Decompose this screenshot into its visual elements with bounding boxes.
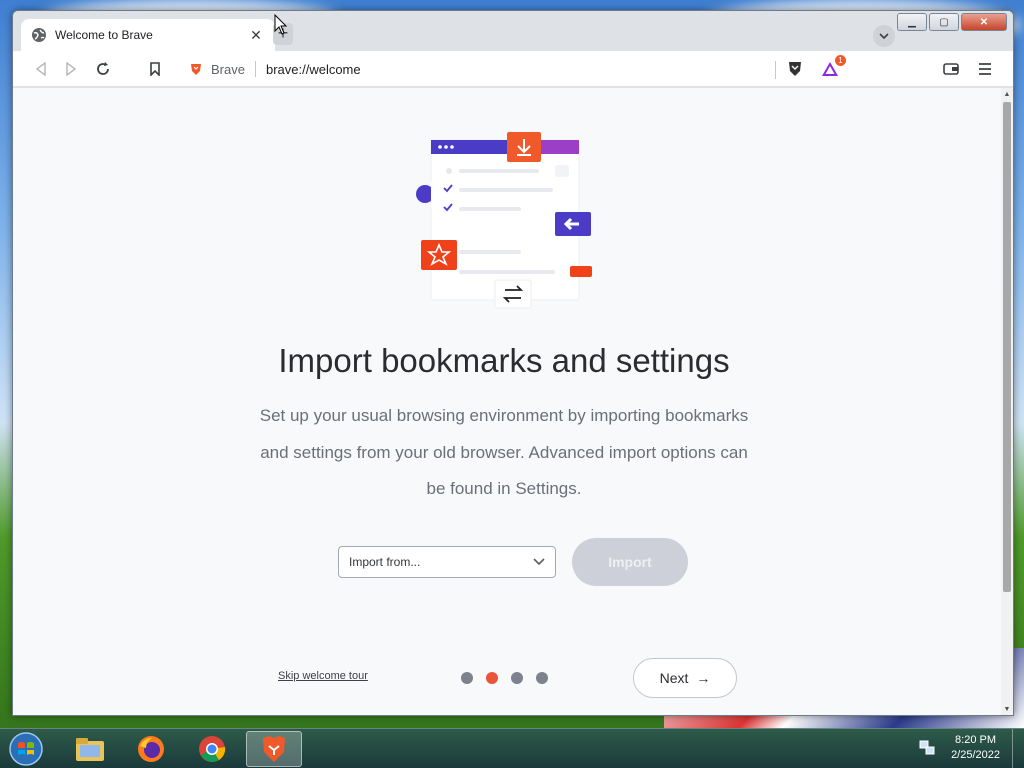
address-separator [254, 61, 256, 77]
step-dot[interactable] [461, 672, 473, 684]
rewards-badge: 1 [835, 55, 846, 66]
taskbar-brave[interactable] [246, 731, 302, 767]
hamburger-menu-icon [979, 63, 991, 75]
next-button[interactable]: Next → [633, 658, 737, 698]
minimize-button[interactable]: ▁ [897, 13, 927, 31]
chevron-down-icon [533, 558, 545, 566]
windows-logo-icon [9, 732, 43, 766]
scroll-thumb[interactable] [1003, 102, 1011, 592]
window-controls: ▁ ▢ ✕ [897, 13, 1007, 31]
back-button[interactable] [29, 57, 53, 81]
arrow-right-icon: → [696, 670, 711, 686]
taskbar-chrome[interactable] [184, 731, 240, 767]
scroll-down-arrow[interactable]: ▼ [1002, 705, 1012, 715]
next-label: Next [659, 670, 689, 686]
tab-welcome[interactable]: Welcome to Brave ✕ [21, 19, 275, 51]
tab-search-button[interactable] [873, 25, 895, 47]
site-chip: Brave [211, 61, 245, 77]
taskbar: 8:20 PM 2/25/2022 [0, 728, 1024, 768]
chevron-down-icon [879, 33, 889, 40]
bookmark-icon [150, 62, 160, 76]
page-description: Set up your usual browsing environment b… [259, 406, 749, 498]
maximize-button[interactable]: ▢ [929, 13, 959, 31]
url-text[interactable]: brave://welcome [266, 62, 361, 77]
taskbar-clock[interactable]: 8:20 PM 2/25/2022 [951, 733, 1000, 763]
step-dot-active[interactable] [486, 672, 498, 684]
page-heading: Import bookmarks and settings [278, 342, 730, 379]
folder-icon [76, 738, 104, 761]
forward-button[interactable] [59, 57, 83, 81]
taskbar-file-explorer[interactable] [62, 731, 118, 767]
welcome-page: Import bookmarks and settings Set up you… [13, 88, 1003, 715]
brave-lion-icon [189, 62, 203, 76]
step-indicator [461, 672, 548, 684]
globe-icon [31, 27, 47, 43]
show-desktop-button[interactable] [1012, 729, 1024, 768]
chrome-icon [199, 736, 226, 762]
scroll-up-arrow[interactable]: ▲ [1002, 90, 1012, 100]
bookmark-button[interactable] [143, 57, 167, 81]
toolbar-divider [775, 61, 776, 79]
step-dot[interactable] [511, 672, 523, 684]
address-bar[interactable]: Brave brave://welcome [179, 55, 775, 83]
mouse-cursor-icon [274, 14, 288, 35]
clock-time: 8:20 PM [955, 734, 997, 746]
reload-button[interactable] [91, 57, 115, 81]
menu-button[interactable] [973, 57, 997, 81]
shield-icon [789, 62, 801, 76]
brave-icon [263, 736, 285, 762]
forward-arrow-icon [66, 62, 77, 76]
import-from-select[interactable]: Import from... [338, 546, 556, 578]
wallet-button[interactable] [939, 57, 963, 81]
back-arrow-icon [35, 62, 46, 76]
import-illustration [416, 132, 592, 309]
tab-title: Welcome to Brave [55, 28, 153, 42]
step-dot[interactable] [536, 672, 548, 684]
start-button[interactable] [4, 729, 48, 768]
brave-shields-button[interactable] [783, 57, 807, 81]
import-select-value: Import from... [349, 555, 421, 569]
page-scrollbar[interactable]: ▲ ▼ [1001, 88, 1013, 715]
import-button[interactable]: Import [572, 538, 688, 586]
skip-tour-link[interactable]: Skip welcome tour [278, 670, 368, 682]
close-window-button[interactable]: ✕ [961, 13, 1007, 31]
network-tray-icon[interactable] [918, 739, 936, 762]
browser-window: Welcome to Brave ✕ + ▁ ▢ ✕ Brav [12, 10, 1014, 716]
brave-rewards-button[interactable]: 1 [818, 55, 846, 81]
wallet-icon [943, 63, 959, 75]
close-tab-icon[interactable]: ✕ [247, 27, 265, 44]
firefox-icon [138, 736, 164, 762]
clock-date: 2/25/2022 [951, 749, 1000, 761]
tab-strip: Welcome to Brave ✕ + ▁ ▢ ✕ [13, 11, 1013, 51]
toolbar: Brave brave://welcome 1 [13, 51, 1013, 87]
reload-icon [97, 62, 109, 75]
taskbar-firefox[interactable] [123, 731, 179, 767]
